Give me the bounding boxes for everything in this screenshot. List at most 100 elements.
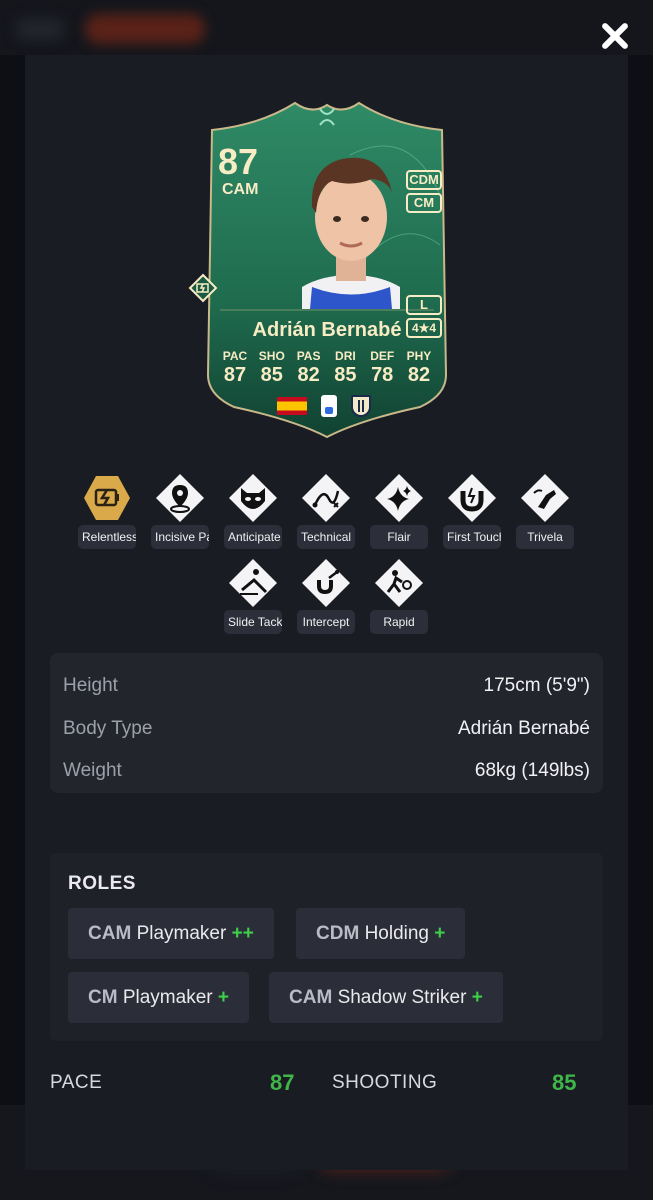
- blurred-item: [15, 18, 65, 40]
- playstyles-row: Relentless Incisive Pass Anticipate Tech…: [78, 473, 574, 549]
- stat-label: SHO: [258, 349, 285, 363]
- info-label: Body Type: [63, 717, 153, 739]
- stat-label: PHY: [406, 349, 432, 363]
- playstyle-trivela[interactable]: Trivela: [516, 473, 574, 549]
- role-position: CAM: [88, 923, 132, 944]
- info-value: 68kg (149lbs): [474, 760, 590, 782]
- card-alt-position: CDM: [406, 170, 442, 190]
- location-pin-icon: [155, 473, 205, 523]
- player-info-table: Height 175cm (5'9") Body Type Adrián Berna…: [50, 653, 603, 793]
- role-plus: +: [471, 987, 483, 1008]
- playstyle-anticipate[interactable]: Anticipate: [224, 473, 282, 549]
- stat-category-label: PACE: [50, 1072, 103, 1093]
- role-position: CM: [88, 987, 118, 1008]
- role-position: CDM: [316, 923, 360, 944]
- info-label: Height: [63, 675, 118, 697]
- info-label: Weight: [63, 760, 122, 782]
- stat-label: DRI: [335, 349, 356, 363]
- card-stat: PAS 82: [292, 349, 326, 387]
- battery-bolt-icon: [82, 473, 132, 523]
- role-name: Holding: [364, 923, 429, 944]
- nation-flag-icon: [277, 397, 307, 415]
- boot-kick-icon: [520, 473, 570, 523]
- close-icon[interactable]: [599, 20, 631, 52]
- playstyle-label: First Touch: [443, 525, 501, 549]
- playstyle-label: Technical: [297, 525, 355, 549]
- sparkle-icon: [374, 473, 424, 523]
- stat-category-value: 85: [552, 1070, 577, 1095]
- roles-title: ROLES: [68, 873, 136, 894]
- stat-value: 82: [407, 364, 431, 386]
- magnet-icon: [447, 473, 497, 523]
- card-alt-position: CM: [406, 193, 442, 213]
- info-row: Body Type Adrián Bernabé: [63, 708, 590, 751]
- playstyle-slide-tackle[interactable]: Slide Tackle: [224, 558, 282, 634]
- role-chip[interactable]: CAM Playmaker ++: [68, 908, 274, 959]
- stat-label: PAC: [222, 349, 248, 363]
- playstyles-row: Slide Tackle Intercept Rapid: [224, 558, 428, 634]
- role-name: Shadow Striker: [337, 987, 467, 1008]
- slide-tackle-icon: [228, 558, 278, 608]
- blurred-button: [85, 14, 205, 44]
- playstyle-technical[interactable]: Technical: [297, 473, 355, 549]
- background-header: [0, 0, 653, 55]
- dribble-path-icon: [301, 473, 351, 523]
- playstyle-plus-badge-icon: [188, 273, 218, 303]
- info-value: Adrián Bernabé: [457, 717, 590, 739]
- intercept-icon: [301, 558, 351, 608]
- card-stat: DEF 78: [365, 349, 399, 387]
- playstyle-first-touch[interactable]: First Touch: [443, 473, 501, 549]
- card-flags: [277, 395, 371, 417]
- role-chip[interactable]: CDM Holding +: [296, 908, 466, 959]
- card-stat: DRI 85: [328, 349, 362, 387]
- role-position: CAM: [289, 987, 333, 1008]
- playstyle-label: Incisive Pass: [151, 525, 209, 549]
- stat-category-value: 87: [270, 1070, 295, 1095]
- player-card: 87 CAM CDM CM L 4★4 Adrián Bernabé PAC 87…: [188, 95, 454, 440]
- stat-value: 85: [260, 364, 283, 386]
- info-row: Weight 68kg (149lbs): [63, 750, 590, 793]
- role-plus: ++: [231, 923, 254, 944]
- card-stat: PAC 87: [218, 349, 252, 387]
- role-plus: +: [217, 987, 229, 1008]
- role-chip[interactable]: CAM Shadow Striker +: [269, 972, 503, 1023]
- playstyle-label: Slide Tackle: [224, 610, 282, 634]
- raccoon-icon: [228, 473, 278, 523]
- playstyle-flair[interactable]: Flair: [370, 473, 428, 549]
- stat-value: 85: [334, 364, 357, 386]
- roles-section: ROLES CAM Playmaker ++ CDM Holding + CM …: [50, 853, 603, 1041]
- stat-value: 87: [223, 364, 247, 386]
- league-logo-icon: [321, 395, 337, 417]
- playstyle-label: Relentless: [78, 525, 136, 549]
- stat-category-label: SHOOTING: [332, 1072, 438, 1093]
- playstyle-label: Flair: [370, 525, 428, 549]
- card-position: CAM: [222, 181, 259, 198]
- role-chip[interactable]: CM Playmaker +: [68, 972, 249, 1023]
- playstyle-label: Intercept: [297, 610, 355, 634]
- card-player-name: Adrián Bernabé: [252, 319, 402, 341]
- stat-label: PAS: [296, 349, 321, 363]
- playstyle-label: Trivela: [516, 525, 574, 549]
- running-ball-icon: [374, 558, 424, 608]
- playstyle-incisive-pass[interactable]: Incisive Pass: [151, 473, 209, 549]
- stat-label: DEF: [370, 349, 395, 363]
- player-photo: [302, 157, 400, 309]
- playstyle-rapid[interactable]: Rapid: [370, 558, 428, 634]
- role-plus: +: [434, 923, 446, 944]
- role-name: Playmaker: [136, 923, 227, 944]
- card-stat: PHY 82: [402, 349, 436, 387]
- playstyle-relentless[interactable]: Relentless: [78, 473, 136, 549]
- club-crest-icon: [351, 395, 371, 417]
- info-value: 175cm (5'9"): [483, 675, 590, 697]
- playstyle-label: Anticipate: [224, 525, 282, 549]
- card-rating: 87: [218, 141, 259, 182]
- info-row: Height 175cm (5'9"): [63, 665, 590, 708]
- stat-value: 82: [297, 364, 320, 386]
- stat-value: 78: [371, 364, 394, 386]
- card-preferred-foot: L: [406, 295, 442, 315]
- card-stats: PAC 87 SHO 85 PAS 82 DRI 85 DEF 78 PHY 82: [218, 349, 436, 387]
- role-name: Playmaker: [122, 987, 213, 1008]
- playstyle-label: Rapid: [370, 610, 428, 634]
- playstyle-intercept[interactable]: Intercept: [297, 558, 355, 634]
- card-stat: SHO 85: [255, 349, 289, 387]
